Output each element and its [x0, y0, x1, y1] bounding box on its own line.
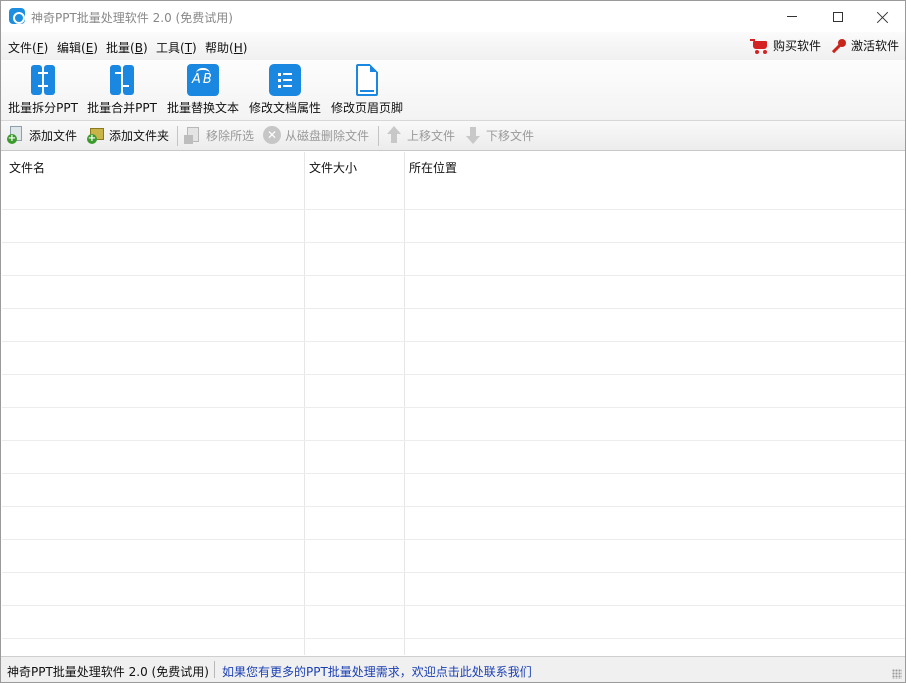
delete-from-disk-button[interactable]: ✕ 从磁盘删除文件	[263, 126, 369, 144]
batch-merge-ppt-label: 批量合并PPT	[87, 101, 157, 115]
table-row-line	[2, 638, 905, 639]
table-row-line	[2, 374, 905, 375]
add-file-button[interactable]: + 添加文件	[7, 126, 77, 144]
menu-help-key: H	[233, 41, 243, 55]
table-row-line	[2, 572, 905, 573]
table-row-line	[2, 308, 905, 309]
column-header-file-size[interactable]: 文件大小	[309, 159, 357, 176]
status-app-label: 神奇PPT批量处理软件 2.0 (免费试用)	[7, 665, 209, 679]
table-row-line	[2, 275, 905, 276]
main-toolbar: 批量拆分PPT 批量合并PPT AB 批量替换文本 修改文档属性 修改页眉页脚	[1, 60, 905, 121]
batch-split-ppt-button[interactable]: 批量拆分PPT	[8, 64, 78, 118]
contact-us-link[interactable]: 如果您有更多的PPT批量处理需求，欢迎点击此处联系我们	[222, 663, 532, 680]
add-folder-icon: +	[87, 126, 105, 144]
batch-replace-text-label: 批量替换文本	[166, 101, 239, 115]
batch-replace-text-button[interactable]: AB 批量替换文本	[166, 64, 240, 118]
remove-selected-button[interactable]: 移除所选	[184, 126, 254, 144]
move-down-icon	[464, 126, 482, 144]
menu-tools[interactable]: 工具(T)	[156, 39, 197, 56]
menu-tools-label: 工具	[156, 41, 181, 55]
move-up-label: 上移文件	[407, 128, 456, 143]
menu-edit-label: 编辑	[57, 41, 82, 55]
move-down-label: 下移文件	[486, 128, 535, 143]
add-folder-label: 添加文件夹	[109, 128, 170, 143]
column-header-file-name[interactable]: 文件名	[9, 159, 45, 176]
modify-document-properties-button[interactable]: 修改文档属性	[248, 64, 322, 118]
modify-header-footer-label: 修改页眉页脚	[330, 101, 403, 115]
menu-help-label: 帮助	[205, 41, 230, 55]
menu-batch-key: B	[134, 41, 143, 55]
batch-merge-ppt-button[interactable]: 批量合并PPT	[87, 64, 157, 118]
status-separator	[214, 661, 215, 678]
remove-selected-icon	[184, 126, 202, 144]
column-header-location[interactable]: 所在位置	[409, 159, 457, 176]
table-row-line	[2, 539, 905, 540]
table-row-line	[2, 506, 905, 507]
replace-text-icon: AB	[187, 64, 219, 96]
menu-batch-label: 批量	[106, 41, 131, 55]
close-button[interactable]	[860, 1, 906, 32]
shopping-cart-icon	[750, 38, 770, 54]
menu-batch[interactable]: 批量(B)	[106, 39, 148, 56]
modify-header-footer-button[interactable]: 修改页眉页脚	[330, 64, 404, 118]
menu-edit[interactable]: 编辑(E)	[57, 39, 98, 56]
merge-icon	[106, 64, 138, 96]
toolbar-separator	[378, 126, 379, 146]
move-up-icon	[385, 126, 403, 144]
menu-tools-key: T	[184, 41, 193, 55]
file-table[interactable]: 文件名 文件大小 所在位置	[2, 152, 905, 655]
table-header: 文件名 文件大小 所在位置	[2, 152, 905, 182]
add-file-label: 添加文件	[29, 128, 78, 143]
modify-document-properties-label: 修改文档属性	[248, 101, 321, 115]
minimize-button[interactable]	[769, 1, 815, 32]
batch-split-ppt-label: 批量拆分PPT	[8, 101, 78, 115]
file-toolbar: + 添加文件 + 添加文件夹 移除所选 ✕ 从磁盘删除文件 上移文件 下移文件	[1, 121, 905, 151]
table-row-line	[2, 242, 905, 243]
move-up-button[interactable]: 上移文件	[385, 126, 455, 144]
minimize-icon	[787, 16, 797, 17]
add-file-icon: +	[7, 126, 25, 144]
add-folder-button[interactable]: + 添加文件夹	[87, 126, 169, 144]
resize-grip-icon[interactable]	[892, 669, 902, 679]
table-row-line	[2, 440, 905, 441]
menu-file-label: 文件	[8, 41, 33, 55]
table-row-line	[2, 407, 905, 408]
toolbar-separator	[177, 126, 178, 146]
app-logo-icon	[9, 8, 25, 24]
menu-edit-key: E	[85, 41, 94, 55]
activate-software-label: 激活软件	[851, 39, 900, 53]
table-row-line	[2, 605, 905, 606]
app-window: 神奇PPT批量处理软件 2.0 (免费试用) 文件(F) 编辑(E) 批量(B)…	[0, 0, 906, 683]
menu-file[interactable]: 文件(F)	[8, 39, 48, 56]
menu-bar: 文件(F) 编辑(E) 批量(B) 工具(T) 帮助(H) 购买软件 激活软件	[1, 32, 905, 60]
key-icon	[831, 38, 847, 54]
status-bar: 神奇PPT批量处理软件 2.0 (免费试用) 如果您有更多的PPT批量处理需求，…	[1, 656, 905, 682]
maximize-icon	[833, 11, 843, 22]
close-icon	[877, 11, 889, 23]
move-down-button[interactable]: 下移文件	[464, 126, 534, 144]
split-icon	[27, 64, 59, 96]
table-row-line	[2, 341, 905, 342]
buy-software-button[interactable]: 购买软件	[750, 37, 821, 54]
remove-selected-label: 移除所选	[206, 128, 255, 143]
title-bar[interactable]: 神奇PPT批量处理软件 2.0 (免费试用)	[1, 1, 905, 32]
window-title: 神奇PPT批量处理软件 2.0 (免费试用)	[31, 11, 233, 25]
activate-software-button[interactable]: 激活软件	[831, 37, 899, 54]
header-footer-icon	[351, 64, 383, 96]
menu-help[interactable]: 帮助(H)	[205, 39, 247, 56]
table-row-line	[2, 209, 905, 210]
table-row-line	[2, 473, 905, 474]
document-properties-icon	[269, 64, 301, 96]
delete-from-disk-label: 从磁盘删除文件	[285, 128, 370, 143]
column-divider	[304, 152, 305, 655]
maximize-button[interactable]	[815, 1, 861, 32]
menu-file-key: F	[36, 41, 44, 55]
column-divider	[404, 152, 405, 655]
buy-software-label: 购买软件	[773, 39, 822, 53]
delete-from-disk-icon: ✕	[263, 126, 281, 144]
